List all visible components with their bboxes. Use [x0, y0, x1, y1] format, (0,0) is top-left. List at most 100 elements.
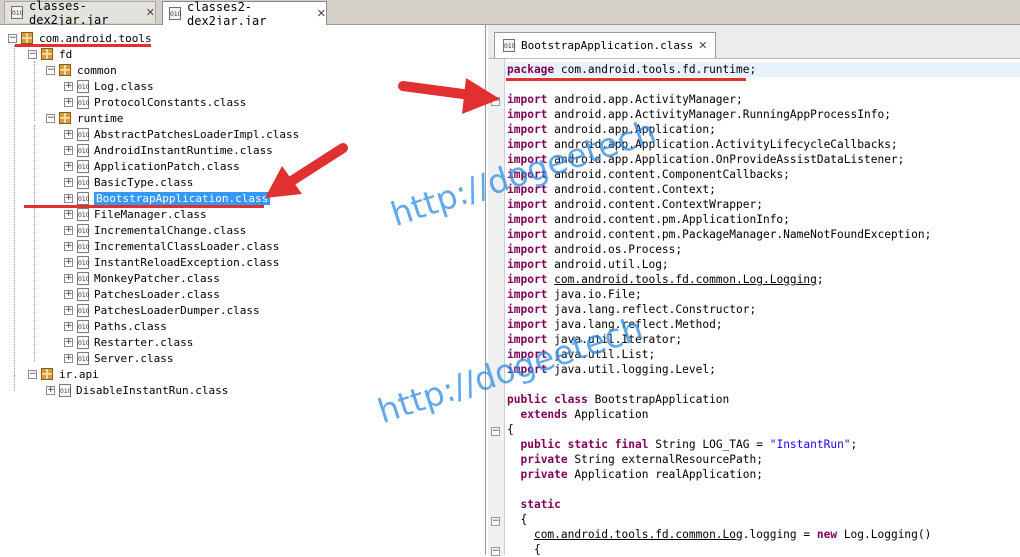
tree-connector: [14, 375, 15, 391]
expand-icon[interactable]: +: [64, 97, 73, 107]
keyword: import: [507, 243, 548, 256]
expand-icon[interactable]: +: [64, 321, 73, 331]
tree-node-class[interactable]: +010 BasicType.class: [64, 174, 193, 190]
file-tab-classes-dex2jar[interactable]: 010 classes-dex2jar.jar ✕: [4, 0, 156, 27]
class-file-icon: 010: [77, 191, 89, 205]
expand-icon[interactable]: +: [64, 353, 73, 363]
superclass-name: Application: [567, 408, 649, 421]
tree-node-label: runtime: [77, 111, 124, 125]
tree-node-label: ir.api: [59, 367, 99, 381]
class-link[interactable]: com.android.tools.fd.common.Log: [534, 528, 743, 541]
tree-node-label: PatchesLoaderDumper.class: [94, 303, 260, 317]
expand-icon[interactable]: +: [64, 337, 73, 347]
tree-node-class[interactable]: +010 Paths.class: [64, 318, 167, 334]
file-tab-label: classes2-dex2jar.jar: [187, 0, 267, 28]
collapse-icon[interactable]: −: [8, 33, 17, 43]
semicolon: ;: [850, 438, 858, 451]
expand-icon[interactable]: +: [64, 289, 73, 299]
package-tree: − com.android.tools − fd − common + 010 …: [0, 25, 486, 555]
tree-node-class[interactable]: +010 FileManager.class: [64, 206, 207, 222]
close-icon[interactable]: ✕: [146, 6, 155, 19]
keyword: import: [507, 93, 548, 106]
keyword: import: [507, 258, 548, 271]
file-tab-label: classes-dex2jar.jar: [29, 0, 109, 27]
keyword: import: [507, 318, 548, 331]
field-decl: Application realApplication;: [567, 468, 763, 481]
code-line-extends: extends Application: [507, 407, 648, 422]
code-line-field: private Application realApplication;: [507, 467, 763, 482]
expand-icon[interactable]: +: [64, 273, 73, 283]
class-file-icon: 010: [77, 335, 89, 349]
collapse-icon[interactable]: −: [46, 65, 55, 75]
import-path: java.io.File;: [547, 288, 642, 301]
close-icon[interactable]: ✕: [698, 39, 707, 52]
keyword: import: [507, 288, 548, 301]
expand-icon[interactable]: +: [64, 305, 73, 315]
expand-icon[interactable]: +: [64, 209, 73, 219]
tree-node-class[interactable]: +010 InstantReloadException.class: [64, 254, 279, 270]
expand-icon[interactable]: +: [64, 257, 73, 267]
expand-icon[interactable]: +: [64, 129, 73, 139]
expand-icon[interactable]: +: [64, 81, 73, 91]
import-path: android.content.ContextWrapper;: [547, 198, 763, 211]
class-file-icon: 010: [77, 159, 89, 173]
collapse-icon[interactable]: −: [28, 49, 37, 59]
package-icon: [59, 112, 71, 124]
code-editor: 010 BootstrapApplication.class ✕ − − − −…: [488, 25, 1020, 556]
expand-icon[interactable]: +: [46, 385, 55, 395]
code-line-field: private String externalResourcePath;: [507, 452, 762, 467]
code-line-import: import android.content.pm.ApplicationInf…: [507, 212, 790, 227]
annotation-underline: [506, 78, 746, 81]
brace: {: [507, 423, 514, 436]
collapse-icon[interactable]: −: [28, 369, 37, 379]
tree-node-label: MonkeyPatcher.class: [94, 271, 220, 285]
editor-tab-bootstrapapplication[interactable]: 010 BootstrapApplication.class ✕: [494, 32, 717, 58]
tree-node-class[interactable]: +010 ApplicationPatch.class: [64, 158, 240, 174]
tree-node-class[interactable]: +010 PatchesLoader.class: [64, 286, 220, 302]
tree-node-class[interactable]: +010 Server.class: [64, 350, 173, 366]
close-icon[interactable]: ✕: [317, 7, 326, 20]
class-file-icon: 010: [77, 303, 89, 317]
tree-node-class[interactable]: +010 MonkeyPatcher.class: [64, 270, 220, 286]
assignment: .logging =: [742, 528, 817, 541]
keyword: private: [520, 453, 568, 466]
tree-node-class[interactable]: +010 IncrementalChange.class: [64, 222, 246, 238]
expand-icon[interactable]: +: [64, 241, 73, 251]
collapse-icon[interactable]: −: [46, 113, 55, 123]
tree-node-class[interactable]: +010 PatchesLoaderDumper.class: [64, 302, 260, 318]
import-link[interactable]: com.android.tools.fd.common.Log.Logging: [554, 273, 817, 286]
keyword: import: [507, 198, 548, 211]
fold-icon[interactable]: −: [491, 427, 500, 436]
class-file-icon: 010: [77, 239, 89, 253]
keyword: extends: [520, 408, 568, 421]
class-file-icon: 010: [77, 143, 89, 157]
tree-node-class[interactable]: +010 IncrementalClassLoader.class: [64, 238, 279, 254]
keyword: private: [520, 468, 568, 481]
fold-icon[interactable]: −: [491, 517, 500, 526]
tree-node-irapi[interactable]: − ir.api: [28, 366, 99, 382]
tree-node-class[interactable]: + 010 Log.class: [64, 78, 154, 94]
tree-node-label: AbstractPatchesLoaderImpl.class: [94, 127, 300, 141]
tree-node-fd[interactable]: − fd: [28, 46, 72, 62]
tree-node-common[interactable]: − common: [46, 62, 117, 78]
fold-icon[interactable]: −: [491, 97, 500, 106]
tree-node-class-selected[interactable]: +010 BootstrapApplication.class: [64, 190, 271, 206]
code-line-class-decl: public class BootstrapApplication: [507, 392, 729, 407]
tree-node-class[interactable]: +010 Restarter.class: [64, 334, 193, 350]
tree-node-label: AndroidInstantRuntime.class: [94, 143, 273, 157]
code-line-import: import android.util.Log;: [507, 257, 669, 272]
tree-node-class[interactable]: + 010 DisableInstantRun.class: [46, 382, 228, 398]
expand-icon[interactable]: +: [64, 161, 73, 171]
tree-node-label: IncrementalClassLoader.class: [94, 239, 280, 253]
expand-icon[interactable]: +: [64, 193, 73, 203]
class-file-icon: 010: [77, 351, 89, 365]
expand-icon[interactable]: +: [64, 145, 73, 155]
tree-node-class[interactable]: +010 AndroidInstantRuntime.class: [64, 142, 273, 158]
tree-node-class[interactable]: + 010 ProtocolConstants.class: [64, 94, 246, 110]
tree-node-class[interactable]: +010 AbstractPatchesLoaderImpl.class: [64, 126, 299, 142]
expand-icon[interactable]: +: [64, 177, 73, 187]
tree-node-runtime[interactable]: − runtime: [46, 110, 123, 126]
file-tab-classes2-dex2jar[interactable]: 010 classes2-dex2jar.jar ✕: [162, 0, 327, 28]
expand-icon[interactable]: +: [64, 225, 73, 235]
code-line-import: import android.os.Process;: [507, 242, 682, 257]
